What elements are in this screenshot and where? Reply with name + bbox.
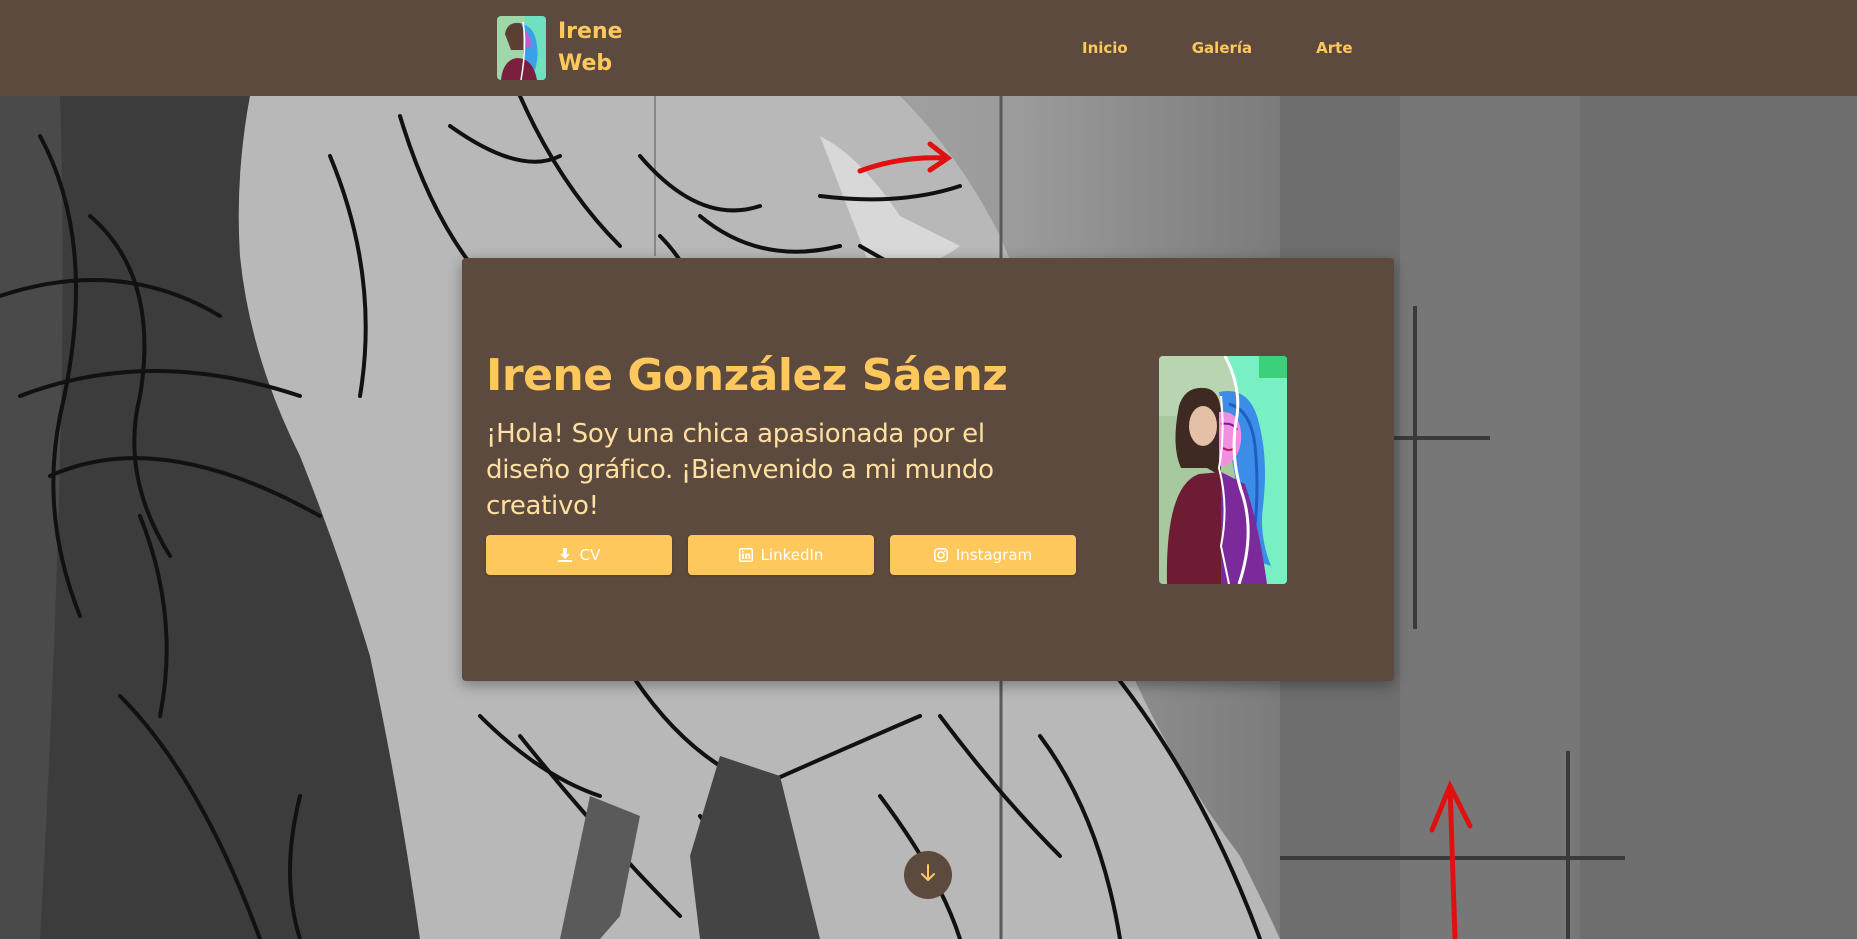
instagram-button[interactable]: Instagram	[890, 535, 1076, 575]
hero-card: Irene González Sáenz ¡Hola! Soy una chic…	[462, 258, 1394, 681]
linkedin-button-label: LinkedIn	[760, 546, 824, 564]
nav-link-galeria[interactable]: Galería	[1160, 31, 1284, 65]
arrow-down-icon	[918, 863, 938, 887]
hero-intro: ¡Hola! Soy una chica apasionada por el d…	[486, 419, 994, 521]
hero-buttons: CV LinkedIn Instagram	[486, 535, 1076, 575]
profile-portrait	[1159, 356, 1287, 584]
instagram-button-label: Instagram	[955, 546, 1033, 564]
brand-logo	[497, 16, 546, 80]
navbar: Irene Web Inicio Galería Arte	[0, 0, 1857, 96]
brand-link[interactable]: Irene Web	[497, 16, 628, 80]
linkedin-icon	[738, 548, 753, 562]
instagram-icon	[933, 548, 948, 562]
nav-link-arte[interactable]: Arte	[1284, 31, 1384, 65]
linkedin-button[interactable]: LinkedIn	[688, 535, 874, 575]
hero-name: Irene González Sáenz	[486, 350, 1008, 401]
nav-link-inicio[interactable]: Inicio	[1050, 31, 1160, 65]
download-icon	[557, 548, 572, 562]
cv-button[interactable]: CV	[486, 535, 672, 575]
brand-text: Irene Web	[558, 19, 623, 76]
cv-button-label: CV	[579, 546, 601, 564]
scroll-down-button[interactable]	[904, 851, 952, 899]
nav-links: Inicio Galería Arte	[1050, 0, 1385, 96]
